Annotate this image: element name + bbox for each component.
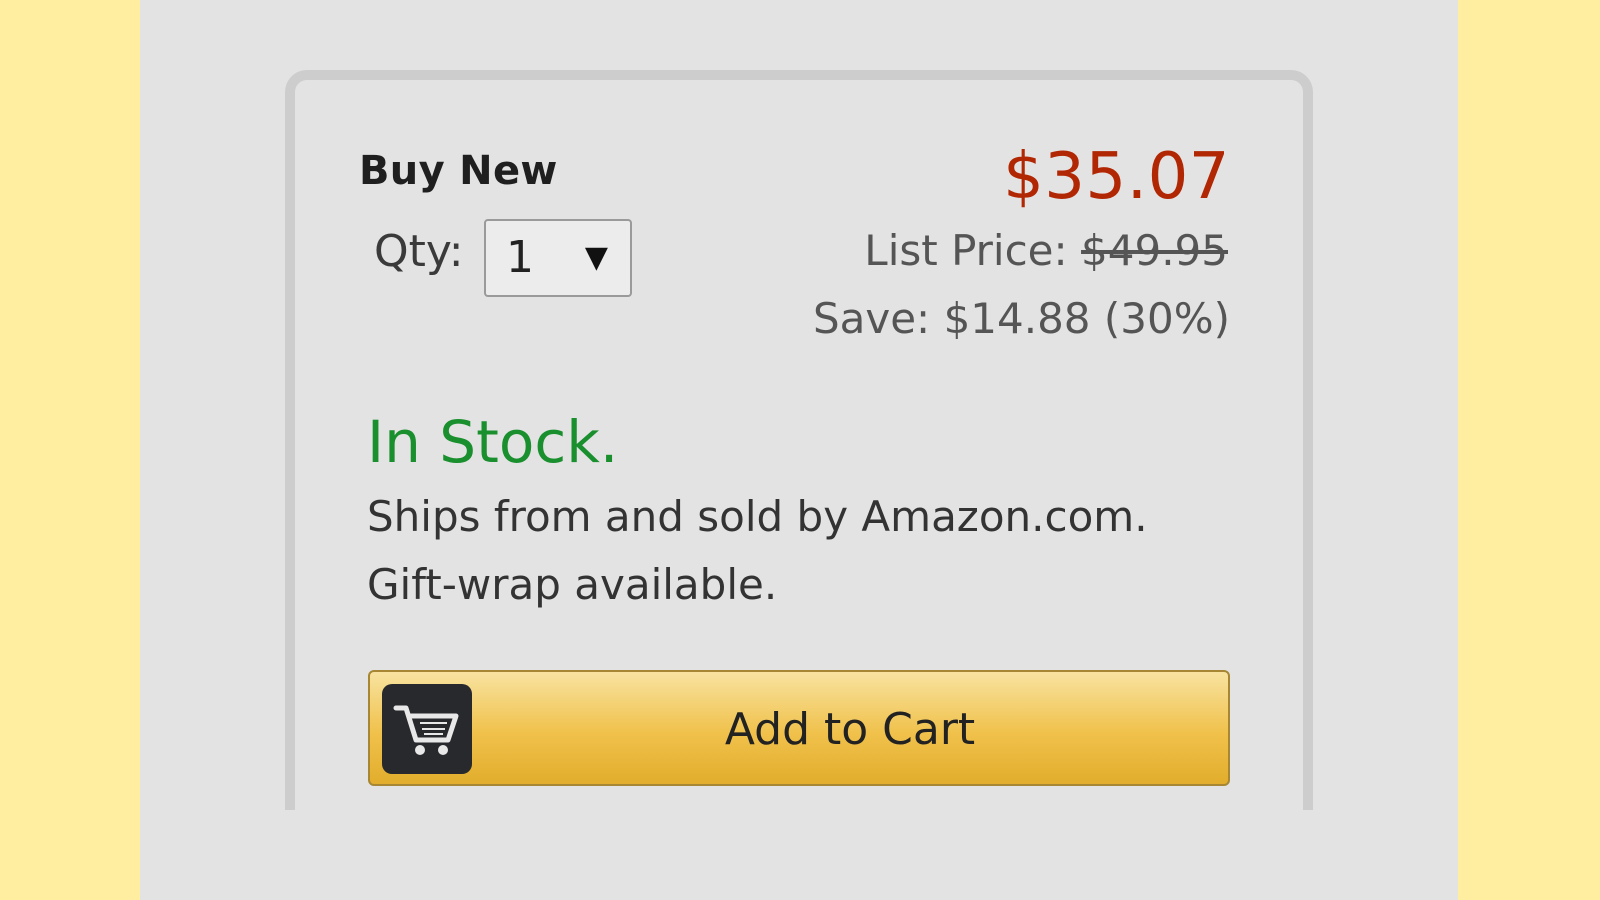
quantity-label: Qty: (374, 226, 464, 277)
quantity-select[interactable]: 1 ▼ (484, 219, 632, 297)
ships-from-text: Ships from and sold by Amazon.com. (367, 492, 1148, 541)
buy-new-heading: Buy New (359, 148, 558, 194)
dropdown-arrow-icon: ▼ (584, 240, 608, 275)
quantity-selected-value: 1 (506, 232, 534, 283)
current-price: $35.07 (1003, 140, 1230, 214)
savings-text: Save: $14.88 (30%) (812, 294, 1230, 343)
stock-status: In Stock. (367, 408, 619, 476)
shopping-cart-icon (382, 684, 472, 774)
list-price: List Price: $49.95 (864, 226, 1228, 275)
add-to-cart-label: Add to Cart (724, 704, 976, 755)
gift-wrap-text: Gift-wrap available. (367, 560, 778, 609)
list-price-value: $49.95 (1081, 226, 1228, 275)
list-price-label: List Price: (864, 226, 1082, 275)
add-to-cart-button[interactable]: Add to Cart (368, 670, 1230, 786)
